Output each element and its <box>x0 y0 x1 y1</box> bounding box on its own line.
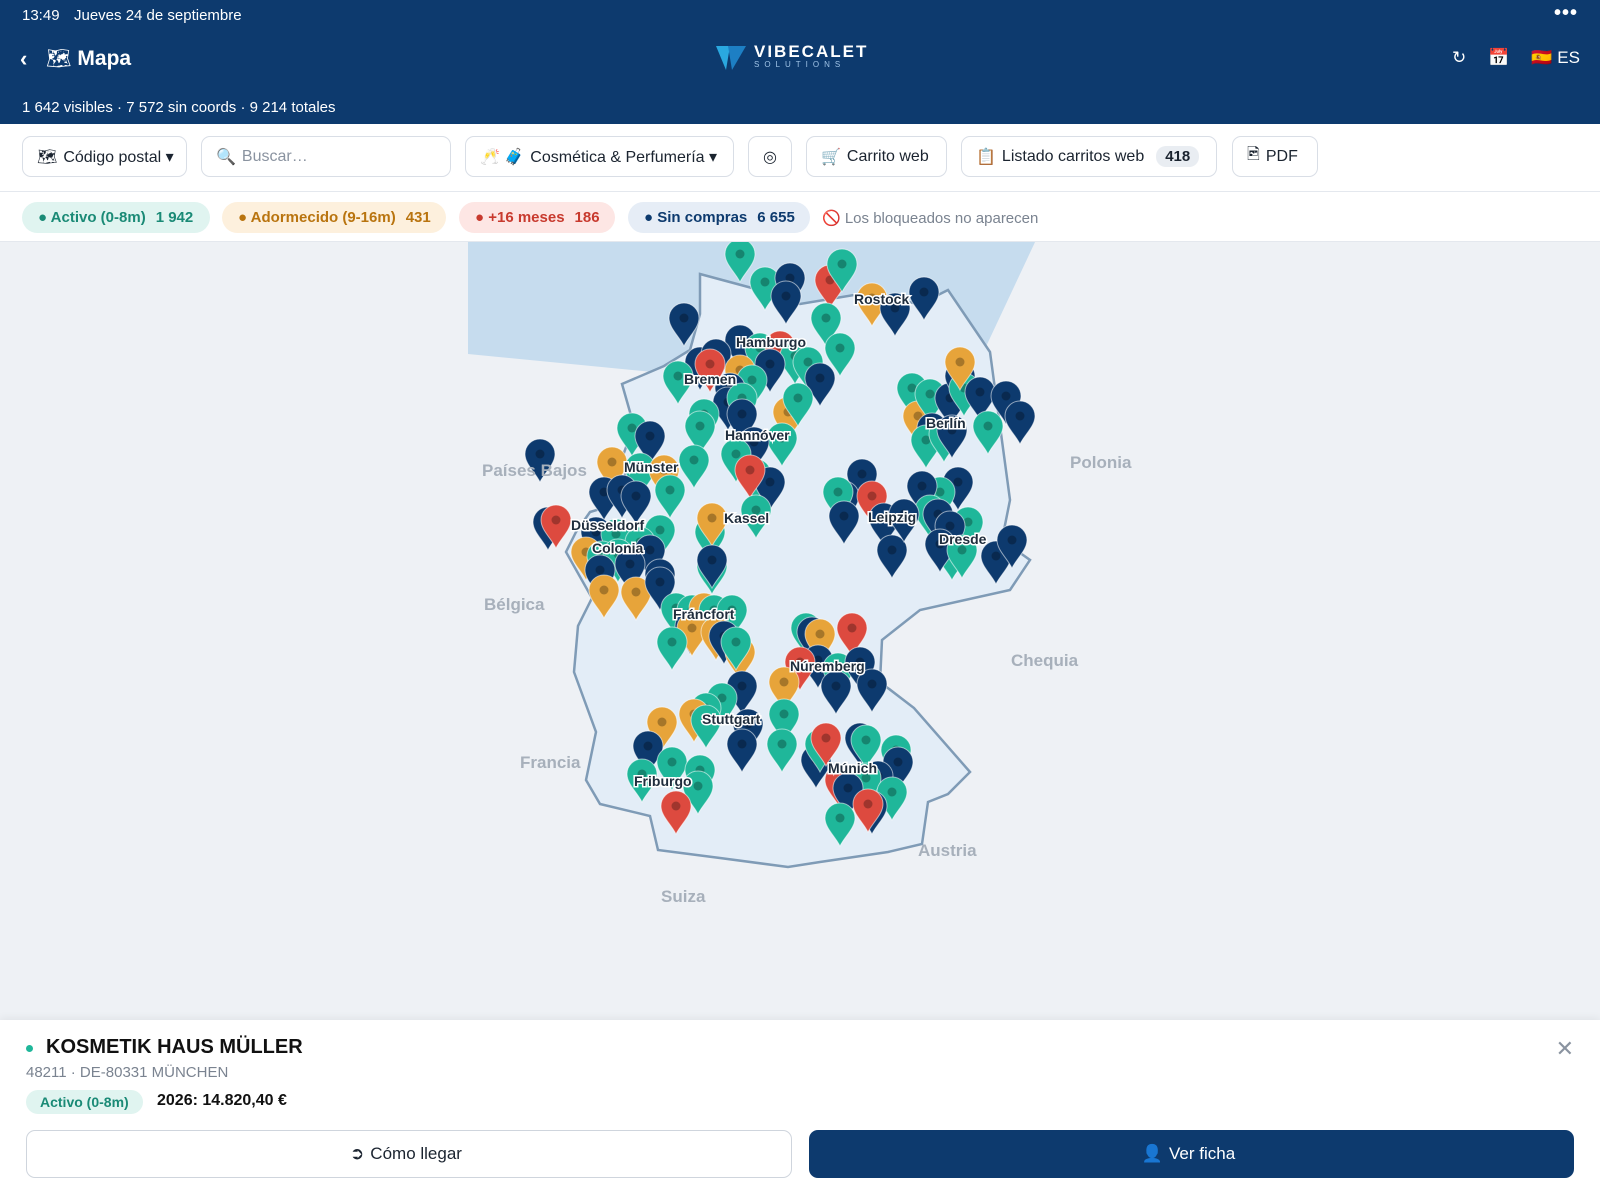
country-label-belgium: Bélgica <box>484 595 545 614</box>
status-date: Jueves 24 de septiembre <box>74 7 242 24</box>
city-label-hannover: Hannóver <box>725 427 790 443</box>
city-label-nuremberg: Núremberg <box>790 658 865 674</box>
country-label-czechia: Chequia <box>1011 651 1079 670</box>
country-label-austria: Austria <box>918 841 977 860</box>
page-title-group: 🗺 Mapa <box>46 46 131 71</box>
sales-total: 2026: 14.820,40 € <box>157 1092 287 1109</box>
locate-icon: ◎ <box>763 148 777 166</box>
city-label-munster: Münster <box>624 459 679 475</box>
chip-count: 6 655 <box>757 209 795 226</box>
city-label-frankfurt: Fráncfort <box>673 606 735 622</box>
view-profile-button[interactable]: 👤 Ver ficha <box>809 1130 1574 1178</box>
blocked-note: 🚫 Los bloqueados no aparecen <box>822 210 1039 227</box>
chip-label: ● Adormecido (9-16m) <box>238 209 396 226</box>
search-icon: 🔍 <box>216 148 236 166</box>
chip-label: ● +16 meses <box>475 209 565 226</box>
filter-chip-active[interactable]: ● Activo (0-8m) 1 942 <box>22 202 210 233</box>
logo-mark-icon <box>716 46 746 70</box>
city-label-stuttgart: Stuttgart <box>702 711 761 727</box>
customer-address: 48211 · DE-80331 MÜNCHEN <box>26 1064 229 1081</box>
web-cart-button[interactable]: 🛒 Carrito web <box>806 136 947 177</box>
cart-icon: 🛒 <box>821 148 841 166</box>
city-label-dresden: Dresde <box>939 531 987 547</box>
marker-counts: 1 642 visibles · 7 572 sin coords · 9 21… <box>22 99 336 116</box>
web-cart-list-label: Listado carritos web <box>1001 147 1145 165</box>
map-canvas[interactable]: Países Bajos Bélgica Francia Suiza Austr… <box>0 242 1600 1020</box>
web-cart-list-button[interactable]: 📋 Listado carritos web 418 <box>961 136 1217 177</box>
status-badge: Activo (0-8m) <box>26 1090 143 1114</box>
customer-name: KOSMETIK HAUS MÜLLER <box>46 1036 303 1058</box>
web-cart-label: Carrito web <box>846 147 929 165</box>
status-filter-row: ● Activo (0-8m) 1 942 ● Adormecido (9-16… <box>0 192 1600 242</box>
filter-chip-dormant[interactable]: ● Adormecido (9-16m) 431 <box>222 202 446 233</box>
map-svg[interactable]: Países Bajos Bélgica Francia Suiza Austr… <box>0 242 1600 1020</box>
pdf-icon: 🖻 <box>1247 146 1260 163</box>
map-icon: 🗺 <box>46 48 72 70</box>
city-label-kassel: Kassel <box>724 510 769 526</box>
directions-icon: ➲ <box>350 1144 365 1163</box>
refresh-icon[interactable]: ↻ <box>1452 48 1466 68</box>
search-input[interactable] <box>241 147 432 166</box>
city-label-hamburg: Hamburgo <box>736 334 806 350</box>
language-selector[interactable]: 🇪🇸 ES <box>1531 48 1580 68</box>
city-label-berlin: Berlín <box>926 415 966 431</box>
logo: VIBECALET SOLUTIONS <box>716 42 869 70</box>
locate-button[interactable]: ◎ <box>748 136 792 177</box>
page-title: Mapa <box>77 46 132 70</box>
chip-count: 186 <box>574 209 600 226</box>
customer-detail-sheet: KOSMETIK HAUS MÜLLER ✕ 48211 · DE-80331 … <box>0 1020 1600 1199</box>
back-button[interactable]: ‹ <box>20 46 27 72</box>
header-actions: ↻ 📅 🇪🇸 ES <box>1452 48 1580 68</box>
country-label-france: Francia <box>520 753 581 772</box>
chip-count: 431 <box>405 209 431 226</box>
country-label-poland: Polonia <box>1070 453 1132 472</box>
chip-count: 1 942 <box>155 209 194 226</box>
pdf-label: PDF <box>1265 147 1298 165</box>
chip-label: ● Activo (0-8m) <box>38 209 146 226</box>
status-dot <box>26 1045 33 1052</box>
city-label-bremen: Bremen <box>684 371 736 387</box>
filter-toolbar: 🗺 Código postal ▾ 🔍 🥂 🧳 Cosmética & Perf… <box>0 124 1600 192</box>
city-label-cologne: Colonia <box>592 540 644 556</box>
city-label-munich: Múnich <box>828 760 877 776</box>
city-label-dusseldorf: Düsseldorf <box>571 517 644 533</box>
directions-label: Cómo llegar <box>370 1144 462 1163</box>
logo-name: VIBECALET <box>754 42 869 61</box>
close-icon[interactable]: ✕ <box>1556 1036 1574 1062</box>
country-label-switzerland: Suiza <box>661 887 706 906</box>
directions-button[interactable]: ➲ Cómo llegar <box>26 1130 792 1178</box>
category-label: Cosmética & Perfumería ▾ <box>530 148 718 166</box>
filter-chip-over-16-months[interactable]: ● +16 meses 186 <box>459 202 615 233</box>
clipboard-icon: 📋 <box>976 148 996 166</box>
web-cart-count-badge: 418 <box>1156 146 1200 167</box>
search-box[interactable]: 🔍 <box>201 136 451 177</box>
city-label-leipzig: Leipzig <box>868 509 916 525</box>
calendar-icon[interactable]: 📅 <box>1488 48 1509 68</box>
postal-code-dropdown[interactable]: 🗺 Código postal ▾ <box>22 136 187 177</box>
city-label-rostock: Rostock <box>854 291 909 307</box>
postal-code-label: Código postal ▾ <box>63 148 174 166</box>
map-icon: 🗺 <box>37 148 58 166</box>
top-bar: 13:49 Jueves 24 de septiembre ••• ‹ 🗺 Ma… <box>0 0 1600 124</box>
more-icon[interactable]: ••• <box>1554 2 1578 25</box>
logo-sub: SOLUTIONS <box>754 60 846 69</box>
view-profile-label: Ver ficha <box>1169 1144 1236 1163</box>
pdf-button[interactable]: 🖻 PDF <box>1232 136 1318 177</box>
country-label-netherlands: Países Bajos <box>482 461 587 480</box>
category-dropdown[interactable]: 🥂 🧳 Cosmética & Perfumería ▾ <box>465 136 734 177</box>
chip-label: ● Sin compras <box>644 209 748 226</box>
status-time: 13:49 <box>22 7 60 24</box>
user-icon: 👤 <box>1141 1144 1163 1163</box>
category-icon: 🥂 🧳 <box>480 148 525 166</box>
city-label-freiburg: Friburgo <box>634 773 692 789</box>
filter-chip-no-purchases[interactable]: ● Sin compras 6 655 <box>628 202 810 233</box>
